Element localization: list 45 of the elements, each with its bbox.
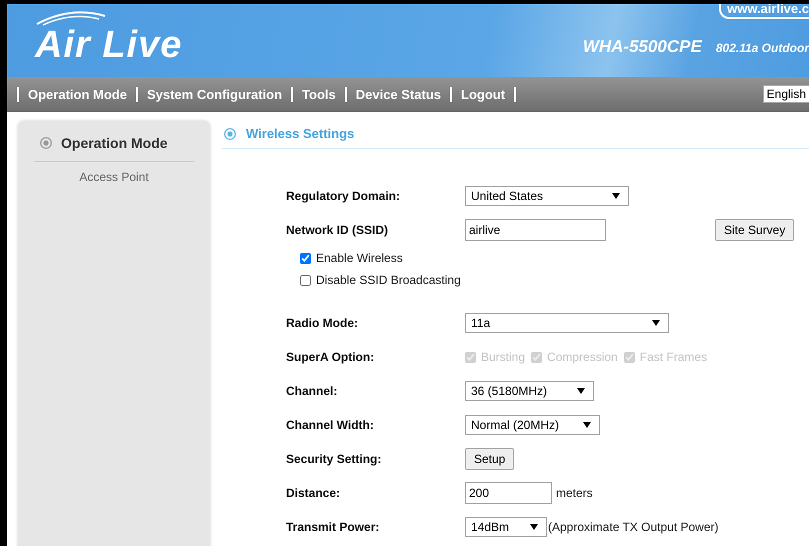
caret-icon [530, 524, 538, 530]
text-field[interactable]: airlive [465, 219, 606, 241]
caret-icon [577, 388, 585, 394]
text-field[interactable]: 200 [465, 482, 552, 504]
logo-text: Air Live [35, 26, 182, 64]
field-label: Distance: [286, 486, 342, 500]
checkbox-label: Enable Wireless [316, 251, 403, 265]
dropdown[interactable]: 11a [465, 313, 669, 333]
target-icon [224, 128, 236, 140]
nav-link[interactable]: System Configuration [146, 87, 282, 102]
caret-icon [612, 193, 620, 199]
note-text: (Approximate TX Output Power) [548, 520, 719, 534]
site-survey-button[interactable]: Site Survey [715, 219, 794, 241]
nav-link[interactable]: Operation Mode [28, 87, 127, 102]
target-icon [40, 137, 52, 149]
field-label: SuperA Option: [286, 350, 376, 364]
field-label: Security Setting: [286, 452, 382, 466]
setup-button[interactable]: Setup [465, 448, 514, 470]
dropdown[interactable]: 36 (5180MHz) [465, 381, 594, 401]
unit-label: meters [556, 486, 593, 500]
dropdown[interactable]: United States [465, 186, 629, 206]
model-name: WHA-5500CPE [582, 37, 702, 57]
caret-icon [652, 320, 660, 326]
caret-icon [583, 422, 591, 428]
dropdown[interactable]: 14dBm [465, 517, 547, 537]
checkbox[interactable] [300, 274, 311, 286]
sidebar-title: Operation Mode [61, 135, 168, 151]
checkbox[interactable] [300, 252, 311, 264]
checkbox-label: Bursting [481, 350, 526, 364]
checkbox-label: Disable SSID Broadcasting [316, 273, 461, 287]
checkbox-label: Compression [547, 350, 618, 364]
field-label: Channel: [286, 384, 338, 398]
language-select[interactable]: English [762, 85, 809, 103]
field-label: Regulatory Domain: [286, 189, 402, 203]
field-label: Transmit Power: [286, 520, 380, 534]
field-label: Channel Width: [286, 418, 375, 432]
nav-link[interactable]: Device Status [356, 87, 441, 102]
nav-link[interactable]: Tools [302, 87, 336, 102]
dropdown[interactable]: Normal (20MHz) [465, 415, 600, 435]
checkbox-label: Fast Frames [640, 350, 708, 364]
field-label: Network ID (SSID) [286, 223, 390, 237]
field-label: Radio Mode: [286, 316, 359, 330]
sidebar-item[interactable]: Access Point [18, 170, 210, 184]
section-title: Wireless Settings [246, 126, 354, 141]
nav-link[interactable]: Logout [461, 87, 506, 102]
